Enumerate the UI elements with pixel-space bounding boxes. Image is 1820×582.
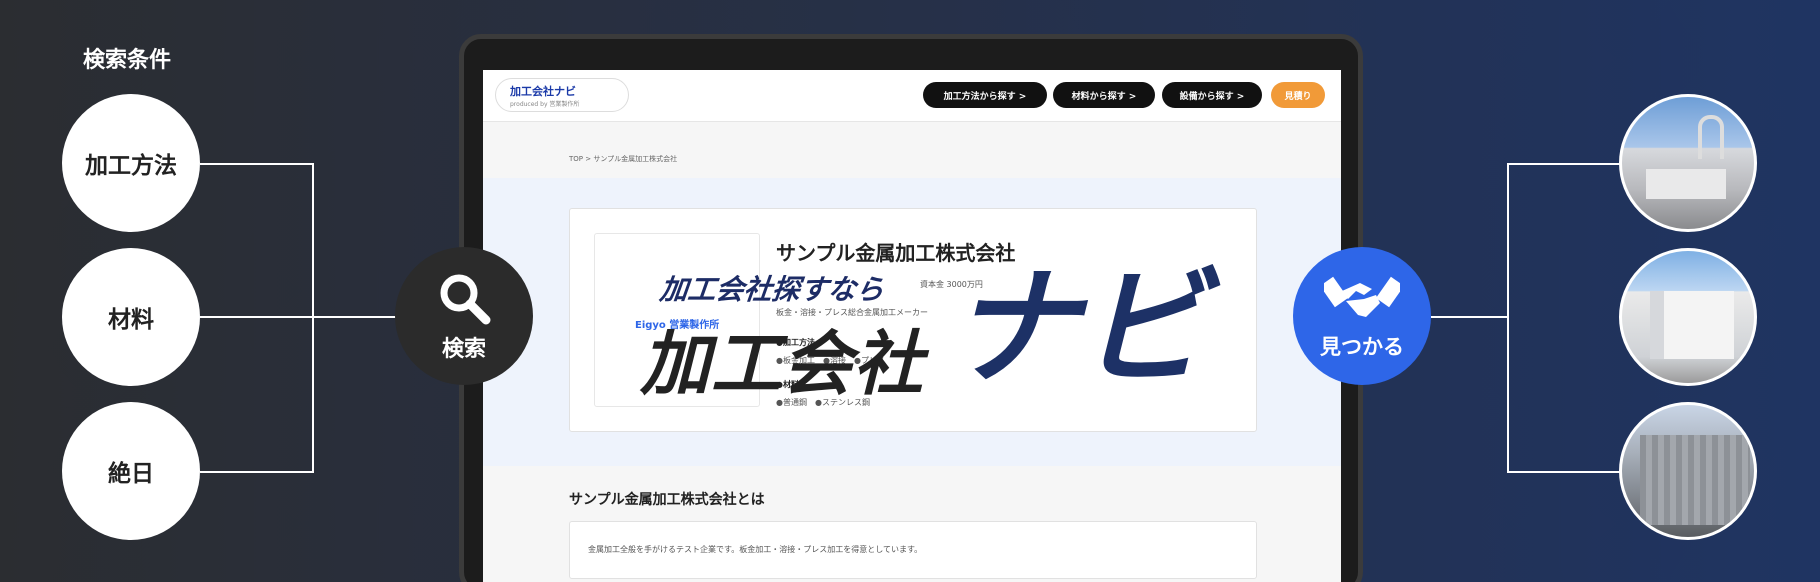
connector-line bbox=[200, 163, 314, 165]
search-badge: 検索 bbox=[395, 247, 533, 385]
search-icon bbox=[440, 274, 491, 325]
logo-navi-text: ナビ bbox=[950, 254, 1207, 403]
connector-line bbox=[1507, 471, 1621, 473]
connector-line bbox=[200, 316, 396, 318]
site-header: 加工会社ナビ produced by 営業製作所 加工方法から探す > 材料から… bbox=[483, 70, 1341, 122]
criteria-other[interactable]: 絶日 bbox=[62, 402, 200, 540]
factory-photo bbox=[1619, 248, 1757, 386]
site-logo[interactable]: 加工会社ナビ produced by 営業製作所 bbox=[495, 78, 629, 112]
estimate-button[interactable]: 見積り bbox=[1271, 82, 1325, 108]
connector-line bbox=[1431, 316, 1509, 318]
criteria-processing-method[interactable]: 加工方法 bbox=[62, 94, 200, 232]
about-section-title: サンプル金属加工株式会社とは bbox=[569, 492, 765, 508]
handshake-icon bbox=[1324, 276, 1400, 317]
factory-photo-wall bbox=[1646, 169, 1726, 199]
found-label: 見つかる bbox=[1320, 335, 1404, 359]
logo-tagline: 加工会社探すなら bbox=[658, 273, 886, 306]
nav-equipment-button[interactable]: 設備から探す > bbox=[1162, 82, 1262, 108]
site-logo-sub: produced by 営業製作所 bbox=[510, 101, 580, 108]
connector-line bbox=[1507, 163, 1621, 165]
connector-line bbox=[200, 471, 314, 473]
logo-main-text: 加工会社 bbox=[640, 323, 924, 405]
connector-line bbox=[312, 163, 314, 473]
nav-processing-button[interactable]: 加工方法から探す > bbox=[923, 82, 1047, 108]
found-badge: 見つかる bbox=[1293, 247, 1431, 385]
factory-photo bbox=[1619, 94, 1757, 232]
search-label: 検索 bbox=[441, 337, 486, 362]
factory-photo-building bbox=[1650, 291, 1734, 359]
criteria-title: 検索条件 bbox=[83, 48, 172, 73]
breadcrumb[interactable]: TOP > サンプル金属加工株式会社 bbox=[569, 154, 677, 164]
connector-line bbox=[1507, 163, 1509, 473]
factory-photo bbox=[1619, 402, 1757, 540]
nav-material-button[interactable]: 材料から探す > bbox=[1053, 82, 1155, 108]
factory-photo-roof bbox=[1640, 435, 1750, 525]
about-description: 金属加工全般を手がけるテスト企業です。板金加工・溶接・プレス加工を得意としていま… bbox=[569, 521, 1257, 579]
factory-photo-pipe bbox=[1698, 115, 1724, 159]
site-logo-title: 加工会社ナビ bbox=[510, 85, 576, 98]
criteria-material[interactable]: 材料 bbox=[62, 248, 200, 386]
